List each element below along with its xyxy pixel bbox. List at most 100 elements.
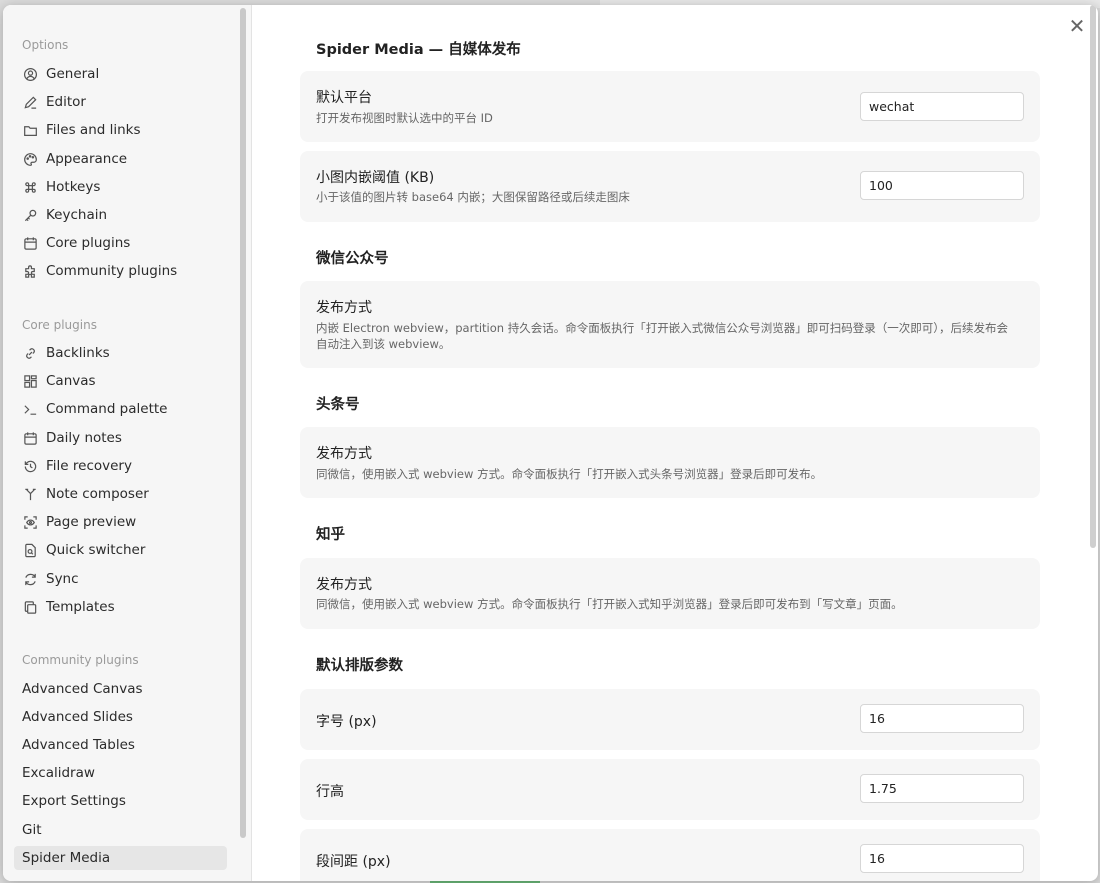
wechat-heading: 微信公众号 <box>316 251 389 267</box>
sidebar-item-label: Community plugins <box>46 263 178 279</box>
setting-zhihu-method: 发布方式 同微信，使用嵌入式 webview 方式。命令面板执行「打开嵌入式知乎… <box>300 558 1040 629</box>
sidebar-item-quick-switcher[interactable]: Quick switcher <box>14 538 227 562</box>
setting-line-height: 行高 <box>300 759 1040 820</box>
sidebar-item-excalidraw[interactable]: Excalidraw <box>14 761 227 785</box>
sidebar-item-git[interactable]: Git <box>14 818 227 842</box>
sidebar-item-advanced-canvas[interactable]: Advanced Canvas <box>14 677 227 701</box>
setting-font-size: 字号 (px) <box>300 689 1040 750</box>
key-icon <box>22 207 38 223</box>
sidebar-item-spider-media[interactable]: Spider Media <box>14 846 227 870</box>
sidebar-item-files-and-links[interactable]: Files and links <box>14 118 227 142</box>
font-size-input[interactable] <box>860 704 1024 733</box>
sidebar-item-label: Note composer <box>46 486 149 502</box>
setting-paragraph-spacing: 段间距 (px) <box>300 829 1040 881</box>
content-scrollbar[interactable] <box>1090 5 1096 548</box>
copy-icon <box>22 599 38 615</box>
sidebar-item-label: Export Settings <box>22 793 126 809</box>
settings-sidebar: Options General Editor Files and links A… <box>3 5 252 881</box>
sidebar-item-label: Quick switcher <box>46 542 146 558</box>
sidebar-item-label: File recovery <box>46 458 132 474</box>
sidebar-item-note-composer[interactable]: Note composer <box>14 482 227 506</box>
folder-icon <box>22 122 38 138</box>
setting-name: 默认平台 <box>316 90 372 106</box>
sidebar-item-export-settings[interactable]: Export Settings <box>14 789 227 813</box>
setting-default-platform: 默认平台 打开发布视图时默认选中的平台 ID <box>300 71 1040 142</box>
settings-content: ✕ Spider Media — 自媒体发布 默认平台 打开发布视图时默认选中的… <box>252 5 1098 881</box>
history-icon <box>22 458 38 474</box>
inline-threshold-input[interactable] <box>860 171 1024 200</box>
sidebar-item-sync[interactable]: Sync <box>14 567 227 591</box>
setting-name: 发布方式 <box>316 446 372 462</box>
setting-name: 发布方式 <box>316 300 372 316</box>
merge-icon <box>22 486 38 502</box>
core-plugins-section-title: Core plugins <box>22 318 97 332</box>
setting-name: 小图内嵌阈值 (KB) <box>316 170 435 186</box>
setting-inline-threshold: 小图内嵌阈值 (KB) 小于该值的图片转 base64 内嵌；大图保留路径或后续… <box>300 151 1040 222</box>
sidebar-item-file-recovery[interactable]: File recovery <box>14 454 227 478</box>
setting-name: 段间距 (px) <box>316 854 391 870</box>
refresh-icon <box>22 571 38 587</box>
sidebar-item-label: Daily notes <box>46 430 122 446</box>
calendar-plugins-icon <box>22 235 38 251</box>
sidebar-item-label: Core plugins <box>46 235 131 251</box>
file-search-icon <box>22 542 38 558</box>
zhihu-heading: 知乎 <box>316 527 345 543</box>
sidebar-item-templates[interactable]: Templates <box>14 595 227 619</box>
puzzle-icon <box>22 263 38 279</box>
setting-name: 字号 (px) <box>316 714 377 730</box>
sidebar-item-daily-notes[interactable]: Daily notes <box>14 426 227 450</box>
line-height-input[interactable] <box>860 774 1024 803</box>
sidebar-scrollbar[interactable] <box>240 8 246 838</box>
setting-desc: 内嵌 Electron webview，partition 持久会话。命令面板执… <box>316 321 1008 351</box>
sidebar-item-label: Excalidraw <box>22 765 95 781</box>
paragraph-spacing-input[interactable] <box>860 844 1024 873</box>
pencil-icon <box>22 94 38 110</box>
sidebar-item-community-plugins[interactable]: Community plugins <box>14 259 227 283</box>
sidebar-item-core-plugins[interactable]: Core plugins <box>14 231 227 255</box>
sidebar-item-label: Backlinks <box>46 345 110 361</box>
setting-name: 发布方式 <box>316 577 372 593</box>
sidebar-item-general[interactable]: General <box>14 62 227 86</box>
sidebar-item-backlinks[interactable]: Backlinks <box>14 341 227 365</box>
sidebar-item-advanced-slides[interactable]: Advanced Slides <box>14 705 227 729</box>
sidebar-item-editor[interactable]: Editor <box>14 90 227 114</box>
sidebar-item-label: Sync <box>46 571 79 587</box>
palette-icon <box>22 151 38 167</box>
sidebar-item-label: Files and links <box>46 122 141 138</box>
sidebar-item-label: Canvas <box>46 373 96 389</box>
sidebar-item-label: Appearance <box>46 151 128 167</box>
setting-name: 行高 <box>316 784 344 800</box>
sidebar-item-command-palette[interactable]: Command palette <box>14 397 227 421</box>
community-plugins-section-title: Community plugins <box>22 653 139 667</box>
layout-heading: 默认排版参数 <box>316 658 403 674</box>
calendar-icon <box>22 430 38 446</box>
default-platform-input[interactable] <box>860 92 1024 121</box>
sidebar-item-label: Command palette <box>46 401 168 417</box>
sidebar-item-label: Git <box>22 822 42 838</box>
sidebar-item-hotkeys[interactable]: Hotkeys <box>14 175 227 199</box>
close-icon[interactable]: ✕ <box>1068 16 1086 36</box>
sidebar-item-label: Advanced Canvas <box>22 681 143 697</box>
terminal-icon <box>22 401 38 417</box>
sidebar-item-label: Spider Media <box>22 850 111 866</box>
toutiao-heading: 头条号 <box>316 397 360 413</box>
sidebar-item-page-preview[interactable]: Page preview <box>14 510 227 534</box>
sidebar-item-label: General <box>46 66 100 82</box>
page-title: Spider Media — 自媒体发布 <box>316 42 521 58</box>
sidebar-item-label: Page preview <box>46 514 137 530</box>
sidebar-item-canvas[interactable]: Canvas <box>14 369 227 393</box>
setting-desc: 同微信，使用嵌入式 webview 方式。命令面板执行「打开嵌入式头条号浏览器」… <box>316 467 823 481</box>
sidebar-item-label: Hotkeys <box>46 179 101 195</box>
eye-scan-icon <box>22 514 38 530</box>
sidebar-item-label: Advanced Tables <box>22 737 135 753</box>
canvas-icon <box>22 373 38 389</box>
setting-toutiao-method: 发布方式 同微信，使用嵌入式 webview 方式。命令面板执行「打开嵌入式头条… <box>300 427 1040 498</box>
sidebar-item-label: Keychain <box>46 207 108 223</box>
link-icon <box>22 345 38 361</box>
setting-wechat-method: 发布方式 内嵌 Electron webview，partition 持久会话。… <box>300 281 1040 368</box>
options-section-title: Options <box>22 38 69 52</box>
sidebar-item-label: Templates <box>46 599 115 615</box>
sidebar-item-appearance[interactable]: Appearance <box>14 147 227 171</box>
sidebar-item-advanced-tables[interactable]: Advanced Tables <box>14 733 227 757</box>
sidebar-item-keychain[interactable]: Keychain <box>14 203 227 227</box>
